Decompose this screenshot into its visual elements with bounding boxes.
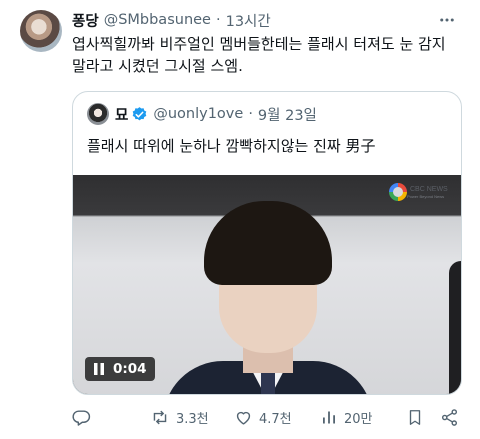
bookmark-button[interactable] — [406, 405, 424, 429]
pause-icon[interactable] — [93, 362, 105, 376]
share-button[interactable] — [440, 405, 459, 429]
news-watermark-text: CBC NEWS — [410, 185, 448, 193]
like-count: 4.7천 — [259, 411, 292, 427]
video-controls[interactable]: 0:04 — [85, 357, 155, 381]
author-avatar[interactable] — [20, 10, 62, 52]
action-bar: 3.3천 4.7천 20만 — [72, 405, 462, 429]
post-header: 퐁당 @SMbbasunee · 13시간 — [72, 9, 460, 31]
video-duration: 0:04 — [113, 361, 147, 377]
reply-button[interactable] — [72, 405, 97, 429]
news-logo-icon — [389, 183, 407, 201]
separator-dot: · — [215, 12, 221, 28]
quoted-post[interactable]: 묘 @uonly1ove · 9월 23일 플래시 따위에 눈하나 깜빡하지않는… — [72, 91, 462, 395]
news-watermark-subtext: Power Beyond News — [407, 193, 445, 199]
author-display-name[interactable]: 퐁당 — [72, 10, 99, 31]
bookmark-icon — [406, 408, 424, 427]
author-handle[interactable]: @SMbbasunee — [104, 12, 211, 28]
video-player[interactable]: CBC NEWS Power Beyond News 0:04 — [73, 175, 461, 394]
quoted-post-header: 묘 @uonly1ove · 9월 23일 — [87, 103, 317, 125]
quoted-post-text: 플래시 따위에 눈하나 깜빡하지않는 진짜 男子 — [87, 137, 376, 155]
more-icon[interactable] — [434, 9, 460, 31]
views-button[interactable]: 20만 — [320, 405, 373, 429]
verified-icon — [131, 106, 148, 123]
quoted-author-display-name[interactable]: 묘 — [115, 104, 128, 125]
video-background-figure — [449, 261, 461, 394]
separator-dot: · — [248, 106, 253, 122]
like-icon — [234, 408, 253, 427]
quoted-author-handle[interactable]: @uonly1ove — [153, 106, 243, 122]
retweet-button[interactable]: 3.3천 — [150, 405, 209, 429]
retweet-icon — [150, 408, 170, 427]
news-watermark-logo: CBC NEWS Power Beyond News — [389, 183, 448, 201]
quoted-author-avatar[interactable] — [87, 103, 109, 125]
share-icon — [440, 408, 459, 427]
quoted-post-time[interactable]: 9월 23일 — [258, 104, 317, 125]
retweet-count: 3.3천 — [176, 411, 209, 427]
views-icon — [320, 408, 338, 427]
video-subject-tie — [261, 373, 275, 394]
reply-icon — [72, 408, 91, 427]
views-count: 20만 — [344, 411, 373, 427]
post-text: 엽사찍힐까봐 비주얼인 멤버들한테는 플래시 터져도 눈 감지 말라고 시켰던 … — [72, 35, 446, 75]
post-time[interactable]: 13시간 — [226, 10, 271, 31]
like-button[interactable]: 4.7천 — [234, 405, 292, 429]
